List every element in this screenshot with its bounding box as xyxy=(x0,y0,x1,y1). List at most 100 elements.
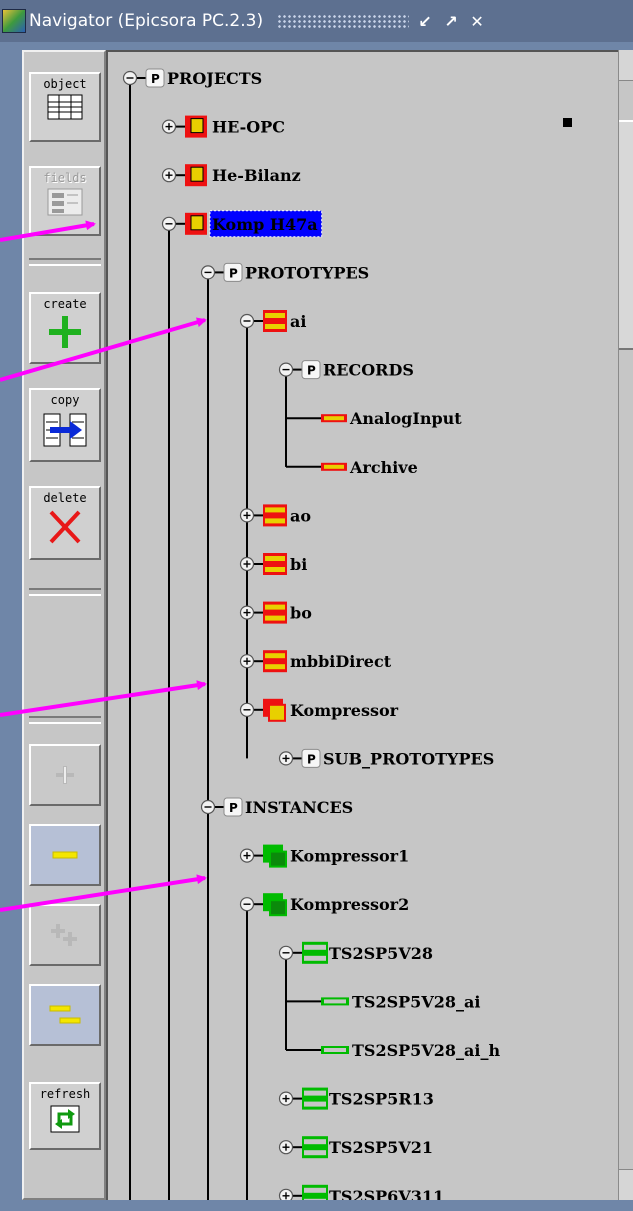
tree-node-bi[interactable]: bi xyxy=(239,553,308,575)
tree-node-instances[interactable]: P INSTANCES xyxy=(200,797,354,817)
tree-node-label: Kompressor xyxy=(290,701,399,720)
tree-node-label: bi xyxy=(290,555,307,574)
tree-node-prototypes[interactable]: P PROTOTYPES xyxy=(200,262,370,282)
tree-node-ts2sp5v28-ai[interactable]: TS2SP5V28_ai xyxy=(286,992,480,1011)
app-icon xyxy=(2,9,26,33)
tree-node-archive[interactable]: Archive xyxy=(285,442,418,477)
vertical-scrollbar[interactable] xyxy=(618,50,633,1200)
folder-p-icon: P xyxy=(301,748,321,768)
close-button[interactable]: ✕ xyxy=(467,10,487,32)
plus-icon xyxy=(49,316,81,348)
instance-record-type-icon xyxy=(302,1087,328,1110)
delete-label: delete xyxy=(43,491,87,505)
tree-node-ts2sp6v311[interactable]: TS2SP6V311 xyxy=(278,1184,445,1200)
expand-button[interactable] xyxy=(29,744,101,806)
collapse-node-icon[interactable] xyxy=(278,945,294,960)
scroll-thumb[interactable] xyxy=(619,120,633,350)
object-button[interactable]: object xyxy=(29,72,101,142)
tree-node-label: bo xyxy=(290,604,312,623)
project-icon xyxy=(185,164,207,187)
instance-record-icon xyxy=(321,997,349,1006)
tree-node-kompressor2[interactable]: Kompressor2 xyxy=(239,893,410,917)
title-bar[interactable]: Navigator (Epicsora PC.2.3) ↙ ↗ ✕ xyxy=(0,0,633,42)
expand-node-icon[interactable] xyxy=(239,848,255,863)
tree-node-ao[interactable]: ao xyxy=(239,504,312,527)
tree-node-label: ai xyxy=(290,312,306,331)
tree-node-label: PROTOTYPES xyxy=(245,263,369,282)
expand-node-icon[interactable] xyxy=(161,168,177,183)
expand-all-button[interactable] xyxy=(29,904,101,966)
expand-node-icon[interactable] xyxy=(278,1140,294,1155)
record-type-icon xyxy=(263,553,287,575)
tree-node-label: mbbiDirect xyxy=(290,652,392,671)
tree-node-he-opc[interactable]: HE-OPC xyxy=(161,115,285,138)
expand-node-icon[interactable] xyxy=(239,654,255,669)
toolbar: object fields create copy delete refresh xyxy=(22,50,106,1200)
expand-node-icon[interactable] xyxy=(239,605,255,620)
fields-label: fields xyxy=(43,171,87,185)
expand-node-icon[interactable] xyxy=(278,751,294,766)
scroll-up-button[interactable] xyxy=(619,50,633,81)
tree-node-label: RECORDS xyxy=(323,361,414,380)
record-type-icon xyxy=(263,310,287,332)
tree-node-kompressor1[interactable]: Kompressor1 xyxy=(239,844,410,868)
tree-node-label: TS2SP5V21 xyxy=(329,1138,433,1157)
collapse-button[interactable] xyxy=(29,824,101,886)
toolbar-separator xyxy=(29,716,101,724)
tree-node-ts2sp5v28[interactable]: TS2SP5V28 xyxy=(278,941,434,964)
expand-plus-icon xyxy=(56,766,74,784)
expand-node-icon[interactable] xyxy=(161,119,177,134)
tree-node-mbbidirect[interactable]: mbbiDirect xyxy=(239,650,392,673)
instance-record-icon xyxy=(321,1046,349,1054)
collapse-all-icon xyxy=(49,1005,81,1024)
collapse-node-icon[interactable] xyxy=(161,216,177,231)
collapse-node-icon[interactable] xyxy=(200,799,216,815)
collapse-node-icon[interactable] xyxy=(200,265,216,280)
scroll-down-button[interactable] xyxy=(619,1169,633,1200)
tree-node-label: PROJECTS xyxy=(167,69,262,88)
tree-node-label: Kompressor1 xyxy=(290,847,409,866)
tree-node-label: TS2SP6V311 xyxy=(329,1187,444,1200)
minimize-button[interactable]: ↙ xyxy=(415,10,435,32)
copy-button[interactable]: copy xyxy=(29,388,101,462)
svg-text:P: P xyxy=(307,752,316,766)
tree-node-sub-prototypes[interactable]: P SUB_PROTOTYPES xyxy=(278,748,495,768)
tree-node-analoginput[interactable]: AnalogInput xyxy=(286,409,462,428)
expand-all-icon xyxy=(51,924,77,946)
collapse-node-icon[interactable] xyxy=(239,897,255,912)
collapse-all-button[interactable] xyxy=(29,984,101,1046)
navigator-tree[interactable]: P PROJECTS HE-OPC He-Bilanz Komp H47a P PROTOT… xyxy=(106,50,618,1200)
record-type-icon xyxy=(263,650,287,673)
tree-node-ts2sp5r13[interactable]: TS2SP5R13 xyxy=(278,1087,434,1110)
folder-p-icon: P xyxy=(145,68,165,88)
expand-node-icon[interactable] xyxy=(278,1188,294,1200)
collapse-node-icon[interactable] xyxy=(239,313,255,329)
create-button[interactable]: create xyxy=(29,292,101,364)
expand-node-icon[interactable] xyxy=(239,508,255,523)
object-label: object xyxy=(43,77,87,91)
tree-node-label: Komp H47a xyxy=(212,215,318,234)
tree-node-ts2sp5v28-ai-h[interactable]: TS2SP5V28_ai_h xyxy=(285,1025,500,1060)
tree-node-kompressor[interactable]: Kompressor xyxy=(239,698,399,722)
tree-node-he-bilanz[interactable]: He-Bilanz xyxy=(161,164,301,187)
expand-node-icon[interactable] xyxy=(239,556,255,572)
component-icon xyxy=(263,698,286,722)
delete-button[interactable]: delete xyxy=(29,486,101,560)
tree-node-komp-h47a[interactable]: Komp H47a xyxy=(161,210,323,238)
tree-node-bo[interactable]: bo xyxy=(239,601,313,624)
fields-button[interactable]: fields xyxy=(29,166,101,236)
tree-canvas[interactable]: P PROJECTS HE-OPC He-Bilanz Komp H47a P PROTOT… xyxy=(108,52,618,1200)
refresh-button[interactable]: refresh xyxy=(29,1082,101,1150)
tree-node-projects[interactable]: P PROJECTS xyxy=(122,68,263,88)
expand-node-icon[interactable] xyxy=(278,1091,294,1106)
collapse-node-icon[interactable] xyxy=(122,70,138,86)
tree-node-label: Kompressor2 xyxy=(290,895,409,914)
tree-node-label: He-Bilanz xyxy=(212,166,301,185)
status-marker-icon xyxy=(563,118,572,127)
collapse-node-icon[interactable] xyxy=(239,702,255,717)
tree-node-records[interactable]: P RECORDS xyxy=(278,360,414,380)
collapse-node-icon[interactable] xyxy=(278,362,294,377)
tree-node-ai[interactable]: ai xyxy=(239,310,307,332)
maximize-button[interactable]: ↗ xyxy=(441,10,461,32)
tree-node-ts2sp5v21[interactable]: TS2SP5V21 xyxy=(278,1136,434,1159)
